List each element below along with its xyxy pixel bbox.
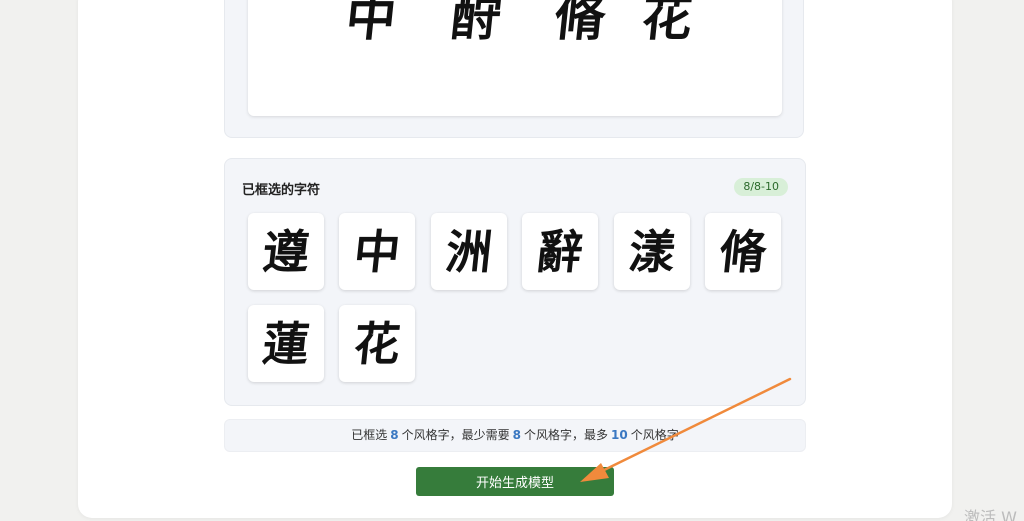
char-tile[interactable]: 遵 [248, 213, 324, 290]
max-count: 10 [611, 428, 628, 442]
char-tile[interactable]: 花 [339, 305, 415, 382]
char-tile[interactable]: 脩 [705, 213, 781, 290]
char-tile[interactable]: 漾 [614, 213, 690, 290]
selected-count: 8 [390, 428, 399, 442]
char-tile[interactable]: 中 [339, 213, 415, 290]
start-generate-model-button[interactable]: 开始生成模型 [416, 467, 614, 496]
info-text: 个风格字，最少需要 [401, 428, 510, 442]
preview-char: 花 [638, 0, 696, 47]
char-glyph: 中 [351, 224, 403, 279]
char-glyph: 花 [351, 316, 403, 371]
char-glyph: 辭 [534, 224, 586, 279]
activation-watermark: 激活 W [964, 508, 1017, 521]
preview-panel: 中 酧 脩 花 [224, 0, 804, 138]
min-count: 8 [512, 428, 521, 442]
selected-chars-title: 已框选的字符 [242, 183, 321, 198]
char-tile[interactable]: 辭 [522, 213, 598, 290]
char-glyph: 洲 [443, 224, 495, 279]
char-glyph: 脩 [717, 224, 769, 279]
preview-canvas: 中 酧 脩 花 [248, 0, 782, 116]
preview-char: 中 [342, 0, 400, 47]
char-glyph: 遵 [260, 224, 312, 279]
info-text: 已框选 [351, 428, 388, 442]
preview-char: 脩 [551, 0, 609, 47]
info-text: 个风格字，最多 [524, 428, 609, 442]
page: 中 酧 脩 花 已框选的字符 8/8-10 遵 中 洲 辭 漾 脩 蓮 花 已框… [0, 0, 1024, 521]
char-tile[interactable]: 洲 [431, 213, 507, 290]
info-text: 个风格字 [630, 428, 679, 442]
selection-info-bar: 已框选 8 个风格字，最少需要 8 个风格字，最多 10 个风格字 [224, 419, 806, 452]
selected-chars-panel: 已框选的字符 8/8-10 遵 中 洲 辭 漾 脩 蓮 花 [224, 158, 806, 406]
char-tile[interactable]: 蓮 [248, 305, 324, 382]
preview-char: 酧 [447, 0, 505, 47]
count-badge: 8/8-10 [734, 178, 788, 196]
char-glyph: 漾 [626, 224, 678, 279]
char-glyph: 蓮 [260, 316, 312, 371]
